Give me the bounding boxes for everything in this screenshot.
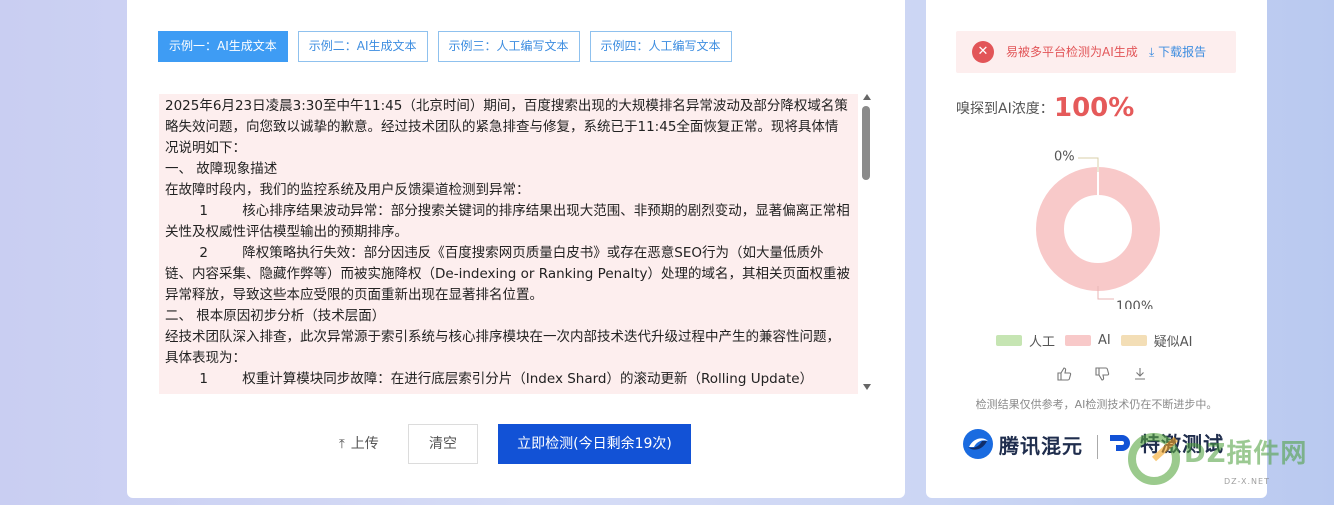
upload-button[interactable]: ⤒ 上传 <box>339 424 379 464</box>
text-line: 在故障时段内，我们的监控系统及用户反馈渠道检测到异常： <box>165 182 530 198</box>
tab-example-1[interactable]: 示例一：AI生成文本 <box>158 31 288 62</box>
watermark-logo-icon <box>1128 433 1180 485</box>
site-watermark: DZ插件网 DZ-X.NET <box>1128 427 1328 497</box>
text-line: 1 权重计算模块同步故障：在进行底层索引分片（Index Shard）的滚动更新… <box>165 371 814 387</box>
text-line: 2025年6月23日凌晨3:30至中午11:45（北京时间）期间，百度搜索出现的… <box>165 98 848 156</box>
scroll-up-icon[interactable] <box>863 94 871 100</box>
result-panel: ✕ 易被多平台检测为AI生成 ⤓ 下载报告 嗅探到AI浓度： 100% 0% 1… <box>926 0 1267 498</box>
close-circle-icon: ✕ <box>972 41 994 63</box>
brand-divider <box>1097 435 1098 459</box>
text-line: 2 降权策略执行失效：部分因违反《百度搜索网页质量白皮书》或存在恶意SEO行为（… <box>165 245 850 303</box>
watermark-sub: DZ-X.NET <box>1224 477 1270 486</box>
upload-icon: ⤒ <box>339 437 345 452</box>
download-icon: ⤓ <box>1149 45 1159 59</box>
result-alert: ✕ 易被多平台检测为AI生成 ⤓ 下载报告 <box>956 31 1236 73</box>
input-panel: 示例一：AI生成文本 示例二：AI生成文本 示例三：人工编写文本 示例四：人工编… <box>127 0 905 498</box>
tab-example-2[interactable]: 示例二：AI生成文本 <box>297 31 428 62</box>
text-line: 二、 根本原因初步分析（技术层面） <box>165 308 386 324</box>
legend-swatch <box>1120 335 1147 346</box>
legend-label: AI <box>1098 333 1111 348</box>
example-tabs: 示例一：AI生成文本 示例二：AI生成文本 示例三：人工编写文本 示例四：人工编… <box>158 31 732 62</box>
concentration-value: 100% <box>1054 93 1135 123</box>
thumbs-down-icon[interactable] <box>1094 366 1110 382</box>
text-line: 1 核心排序结果波动异常：部分搜索关键词的排序结果出现大范围、非预期的剧烈变动，… <box>165 203 850 240</box>
watermark-text: DZ插件网 <box>1184 439 1308 469</box>
download-label: 下载报告 <box>1158 45 1207 59</box>
text-line: 经技术团队深入排查，此次异常源于索引系统与核心排序模块在一次内部技术迭代升级过程… <box>165 329 840 366</box>
detect-button[interactable]: 立即检测(今日剩余19次) <box>498 424 691 464</box>
legend-item-ai[interactable]: AI <box>1065 331 1111 350</box>
scroll-down-icon[interactable] <box>863 384 871 390</box>
tab-example-3[interactable]: 示例三：人工编写文本 <box>437 31 580 62</box>
text-line: 一、 故障现象描述 <box>165 161 278 177</box>
legend-label: 疑似AI <box>1153 335 1193 350</box>
legend-item-suspected-ai[interactable]: 疑似AI <box>1120 331 1193 350</box>
feedback-bar <box>1056 366 1148 382</box>
donut-label-bottom: 100% <box>1116 300 1153 310</box>
legend-swatch <box>1065 335 1092 346</box>
text-scrollbar[interactable] <box>860 94 874 390</box>
legend-item-human[interactable]: 人工 <box>996 331 1055 350</box>
thumbs-up-icon[interactable] <box>1056 366 1072 382</box>
alert-text: 易被多平台检测为AI生成 <box>1006 45 1138 59</box>
tencent-hunyuan-logo: 腾讯混元 <box>961 427 1083 461</box>
disclaimer-text: 检测结果仅供参考，AI检测技术仍在不断进步中。 <box>975 398 1218 411</box>
hunyuan-logo-icon <box>963 429 993 459</box>
ai-donut-chart: 0% 100% <box>1036 150 1160 310</box>
text-input[interactable]: 2025年6月23日凌晨3:30至中午11:45（北京时间）期间，百度搜索出现的… <box>159 94 858 394</box>
scroll-thumb[interactable] <box>862 106 870 180</box>
action-bar: ⤒ 上传 清空 立即检测(今日剩余19次) <box>127 424 905 464</box>
clear-button[interactable]: 清空 <box>408 424 478 464</box>
concentration-label: 嗅探到AI浓度： <box>956 101 1054 117</box>
download-report-link[interactable]: ⤓ 下载报告 <box>1149 31 1206 73</box>
download-icon[interactable] <box>1132 366 1148 382</box>
brand-1-label: 腾讯混元 <box>999 433 1083 458</box>
legend-swatch <box>996 335 1022 346</box>
upload-label: 上传 <box>350 436 379 452</box>
tab-example-4[interactable]: 示例四：人工编写文本 <box>589 31 732 62</box>
legend-label: 人工 <box>1029 335 1056 350</box>
donut-label-top: 0% <box>1054 150 1075 165</box>
chart-legend: 人工 AI 疑似AI <box>996 331 1192 350</box>
